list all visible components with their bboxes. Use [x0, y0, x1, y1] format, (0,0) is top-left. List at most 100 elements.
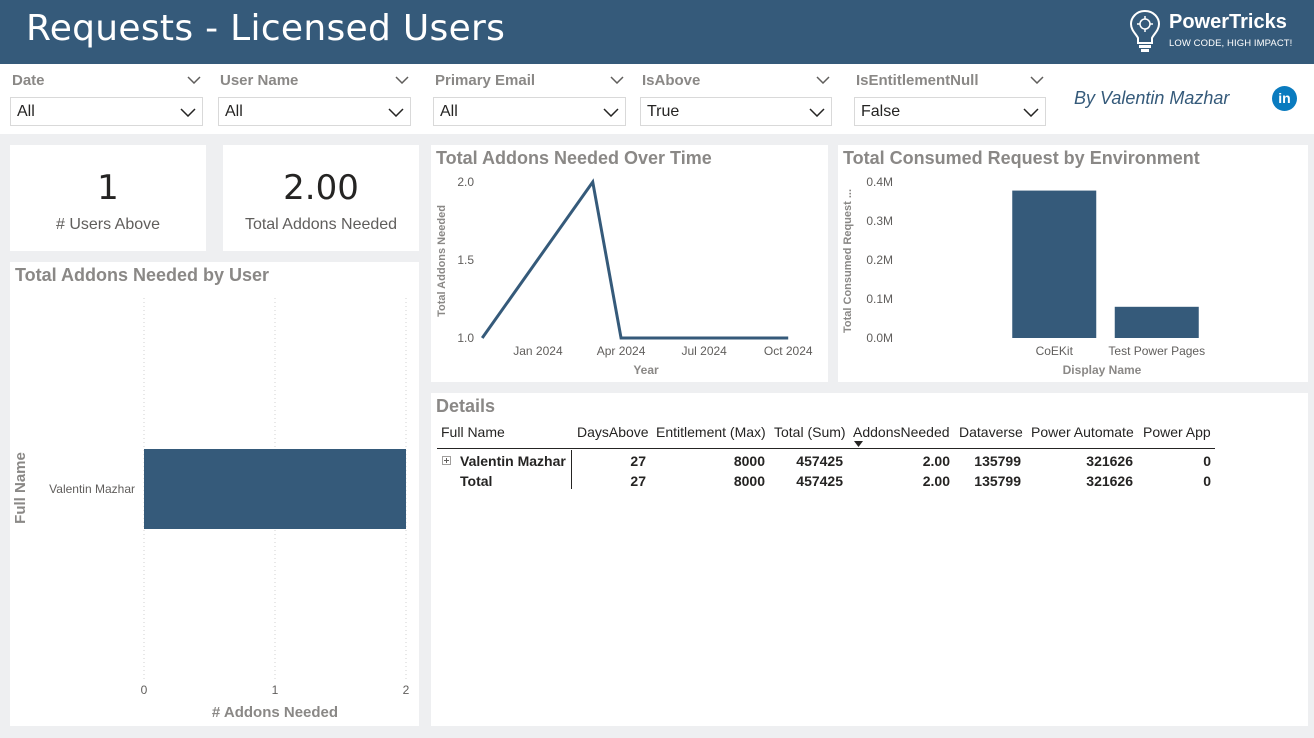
kpi-label: # Users Above — [55, 216, 161, 233]
kpi-value: 1 — [97, 168, 119, 208]
kpi-users-above: 1 # Users Above — [10, 145, 206, 251]
slicer-label: User Name — [220, 72, 299, 89]
x-axis-title: # Addons Needed — [212, 704, 338, 721]
slicer-label: IsEntitlementNull — [856, 72, 979, 89]
column-header-total[interactable]: Total (Sum) — [774, 424, 846, 440]
series-line — [480, 178, 789, 340]
cell-entitlement: 8000 — [733, 453, 765, 469]
chevron-down-icon[interactable] — [395, 76, 409, 84]
lightbulb-icon — [1129, 9, 1161, 52]
y-axis-title: Total Addons Needed — [436, 205, 448, 317]
slicer-value: All — [440, 103, 458, 120]
y-tick-label: 0.0M — [866, 331, 893, 345]
linkedin-icon[interactable]: in — [1272, 86, 1297, 111]
column-chart-svg: 0.0M 0.1M 0.2M 0.3M 0.4M CoEKit Test Power Pag… — [842, 175, 1205, 377]
column-header-full-name[interactable]: Full Name — [441, 424, 505, 440]
line-chart-svg: 1.0 1.5 2.0 Jan 2024 Apr 2024 Jul 2024 Oct 202… — [436, 175, 813, 377]
x-tick-label: 0 — [141, 683, 148, 697]
chevron-down-icon[interactable] — [816, 76, 830, 84]
slicer-value: All — [225, 103, 243, 120]
y-tick-label: 0.1M — [866, 292, 893, 306]
sort-descending-icon — [854, 441, 863, 447]
cell-total: 457425 — [796, 453, 843, 469]
total-days-above: 27 — [630, 473, 646, 489]
x-tick-label: Oct 2024 — [764, 344, 813, 358]
kpi-label: Total Addons Needed — [244, 216, 398, 233]
y-category-label: Valentin Mazhar — [49, 482, 135, 496]
column-header-addons-needed[interactable]: AddonsNeeded — [853, 424, 950, 440]
y-tick-label: 1.0 — [457, 331, 474, 345]
x-category-label: Test Power Pages — [1108, 344, 1205, 358]
slicer-dropdown[interactable]: False — [854, 97, 1046, 126]
x-tick-label: Jul 2024 — [681, 344, 727, 358]
y-axis-title: Total Consumed Request ... — [842, 189, 854, 333]
filter-bar: Date All User Name All Primary Email All… — [0, 64, 1314, 134]
bar — [1012, 190, 1097, 338]
cell-addons-needed: 2.00 — [922, 453, 950, 469]
header-divider — [437, 448, 1215, 449]
slicer-primary-email: Primary Email All — [433, 70, 626, 128]
details-table-card: Details Full Name DaysAbove Entitlement … — [431, 393, 1308, 726]
chevron-down-icon — [180, 108, 196, 117]
chevron-down-icon[interactable] — [187, 76, 201, 84]
chart-consumed-by-environment: Total Consumed Request by Environment 0.… — [838, 145, 1308, 382]
cell-full-name: Valentin Mazhar — [460, 453, 566, 469]
chevron-down-icon — [388, 108, 404, 117]
y-tick-label: 2.0 — [457, 175, 474, 189]
cell-power-app: 0 — [1203, 453, 1211, 469]
column-header-dataverse[interactable]: Dataverse — [959, 424, 1023, 440]
slicer-date: Date All — [10, 70, 203, 128]
total-dataverse: 135799 — [974, 473, 1021, 489]
bar — [1114, 306, 1199, 338]
chevron-down-icon[interactable] — [1030, 76, 1044, 84]
x-tick-label: 1 — [272, 683, 279, 697]
total-entitlement: 8000 — [733, 473, 765, 489]
x-axis-title: Display Name — [1063, 363, 1142, 377]
table-title: Details — [436, 396, 496, 416]
page-title: Requests - Licensed Users — [26, 8, 506, 49]
y-tick-label: 1.5 — [457, 253, 474, 267]
chart-addons-over-time: Total Addons Needed Over Time 1.0 1.5 2.0 J… — [431, 145, 828, 382]
slicer-dropdown[interactable]: All — [218, 97, 411, 126]
kpi-total-addons: 2.00 Total Addons Needed — [223, 145, 419, 251]
x-category-label: CoEKit — [1036, 344, 1074, 358]
y-axis-title: Full Name — [12, 452, 29, 524]
slicer-dropdown[interactable]: All — [10, 97, 203, 126]
brand-name: PowerTricks — [1169, 11, 1287, 33]
x-tick-label: Jan 2024 — [513, 344, 563, 358]
column-header-power-automate[interactable]: Power Automate — [1031, 424, 1134, 440]
bar — [144, 449, 406, 529]
expand-plus-icon[interactable] — [442, 456, 451, 465]
x-tick-label: Apr 2024 — [597, 344, 646, 358]
kpi-value: 2.00 — [283, 168, 359, 208]
slicer-label: Primary Email — [435, 72, 536, 89]
slicer-isabove: IsAbove True — [640, 70, 832, 128]
total-total: 457425 — [796, 473, 843, 489]
x-tick-label: 2 — [403, 683, 410, 697]
total-label: Total — [460, 473, 493, 489]
chevron-down-icon — [1023, 108, 1039, 117]
slicer-value: False — [861, 103, 901, 120]
y-tick-label: 0.2M — [866, 253, 893, 267]
chevron-down-icon — [603, 108, 619, 117]
slicer-dropdown[interactable]: True — [640, 97, 832, 126]
brand-logo: PowerTricks LOW CODE, HIGH IMPACT! — [1128, 8, 1308, 56]
cell-days-above: 27 — [630, 453, 646, 469]
brand-tagline: LOW CODE, HIGH IMPACT! — [1169, 38, 1293, 49]
slicer-value: True — [647, 103, 680, 120]
column-header-power-app[interactable]: Power App — [1143, 424, 1211, 440]
column-header-days-above[interactable]: DaysAbove — [577, 424, 649, 440]
column-header-entitlement[interactable]: Entitlement (Max) — [656, 424, 766, 440]
slicer-value: All — [17, 103, 35, 120]
total-addons-needed: 2.00 — [922, 473, 950, 489]
cell-power-automate: 321626 — [1086, 453, 1133, 469]
slicer-label: IsAbove — [642, 72, 701, 89]
chevron-down-icon — [809, 108, 825, 117]
slicer-isentitlementnull: IsEntitlementNull False — [854, 70, 1046, 128]
bar-chart-svg: 0 1 2 Valentin Mazhar # Addons Needed Full Na… — [12, 298, 410, 721]
slicer-dropdown[interactable]: All — [433, 97, 626, 126]
chevron-down-icon[interactable] — [610, 76, 624, 84]
author-byline: By Valentin Mazhar — [1074, 88, 1230, 108]
report-header: Requests - Licensed Users PowerTricks LO… — [0, 0, 1314, 64]
chart-addons-by-user: Total Addons Needed by User 0 1 2 Valentin … — [10, 262, 419, 726]
